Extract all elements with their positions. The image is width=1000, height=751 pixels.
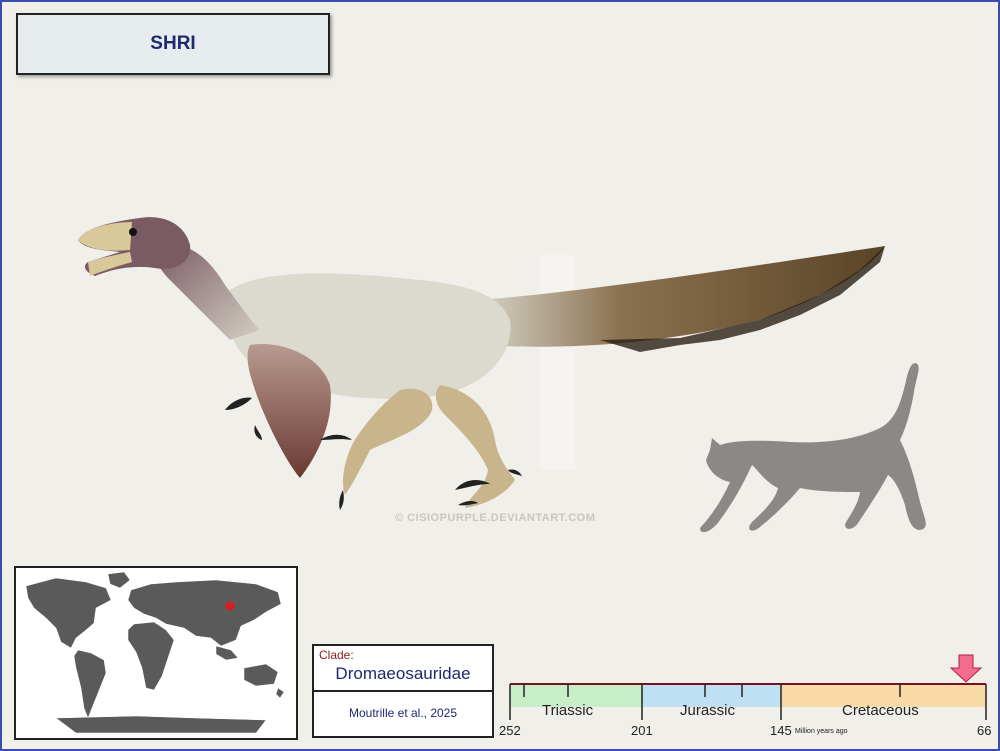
watermark-text: © CISIOPURPLE.DEVIANTART.COM	[395, 512, 596, 524]
boundary-label-66: 66	[977, 723, 992, 738]
world-map-graphic	[16, 568, 296, 738]
clade-divider	[314, 690, 492, 692]
world-map	[14, 566, 298, 740]
cat-silhouette	[700, 363, 926, 533]
boundary-label-201: 201	[631, 723, 653, 738]
unit-label: Million years ago	[795, 728, 848, 735]
period-label-triassic: Triassic	[542, 702, 594, 719]
location-marker	[225, 601, 235, 611]
clade-box: Clade: Dromaeosauridae Moutrille et al.,…	[312, 644, 494, 738]
boundary-label-145: 145	[770, 723, 792, 738]
period-label-cretaceous: Cretaceous	[842, 702, 919, 719]
boundary-label-252: 252	[499, 723, 521, 738]
clade-label: Clade:	[319, 648, 354, 662]
period-label-jurassic: Jurassic	[680, 702, 736, 719]
citation: Moutrille et al., 2025	[348, 706, 458, 720]
clade-name: Dromaeosauridae	[335, 664, 471, 683]
